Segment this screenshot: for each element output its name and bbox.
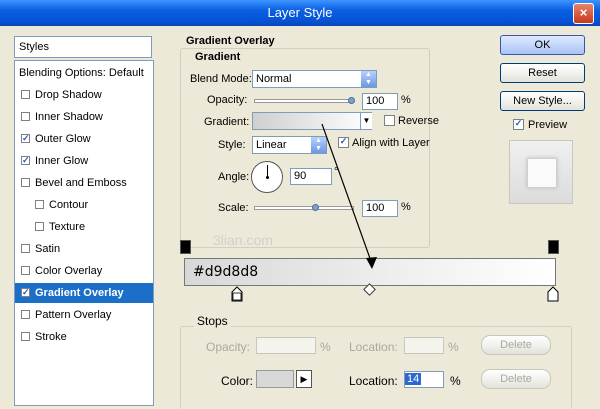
stop-color-location-unit: % xyxy=(450,374,461,388)
stop-color-location-label: Location: xyxy=(349,374,398,388)
stop-color-location-input[interactable]: 14 xyxy=(404,371,444,388)
stop-location-unit: % xyxy=(448,340,459,354)
stop-opacity-unit: % xyxy=(320,340,331,354)
titlebar: Layer Style × xyxy=(0,0,600,26)
stop-opacity-input[interactable] xyxy=(256,337,316,354)
stop-opacity-label: Opacity: xyxy=(206,340,251,354)
stop-color-label: Color: xyxy=(221,374,254,388)
stop-opacity-delete-button[interactable]: Delete xyxy=(481,335,551,355)
stop-color-location-value: 14 xyxy=(405,373,422,385)
stop-location-label: Location: xyxy=(349,340,398,354)
close-button[interactable]: × xyxy=(573,3,594,24)
stop-location-input[interactable] xyxy=(404,337,444,354)
stop-color-swatch[interactable] xyxy=(256,370,294,388)
stop-color-delete-button[interactable]: Delete xyxy=(481,369,551,389)
stops-title: Stops xyxy=(194,314,231,328)
dialog-body: Styles Blending Options: Default Drop Sha… xyxy=(0,26,600,409)
window-title: Layer Style xyxy=(267,5,333,20)
color-picker-arrow-icon[interactable]: ▶ xyxy=(296,370,312,388)
